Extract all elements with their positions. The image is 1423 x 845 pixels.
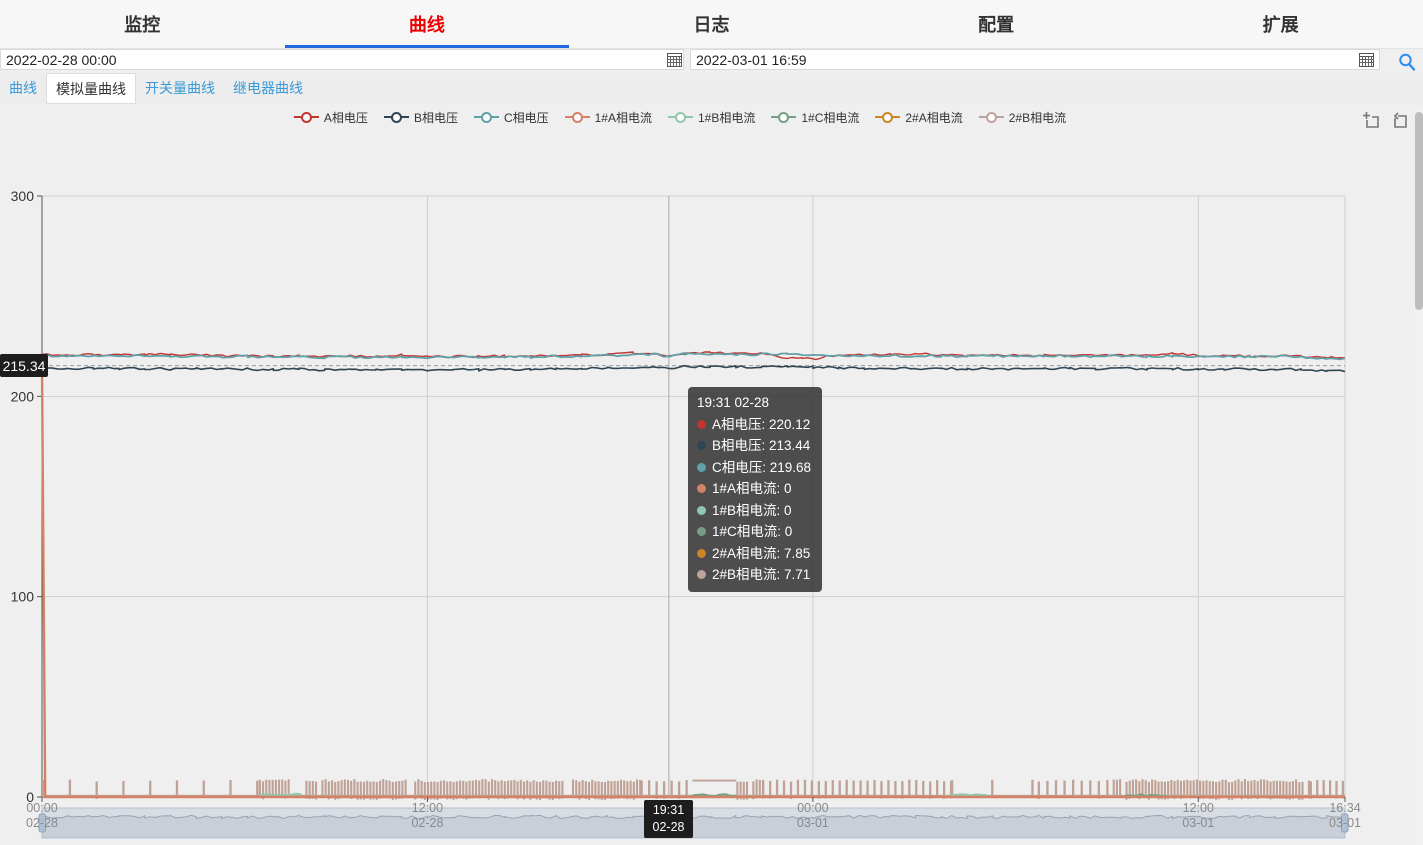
legend-line-circle-icon — [384, 112, 409, 123]
legend-item-6[interactable]: 2#A相电流 — [875, 109, 962, 126]
legend-item-5[interactable]: 1#C相电流 — [771, 109, 859, 126]
legend-line-circle-icon — [668, 112, 693, 123]
legend-label: 2#B相电流 — [1009, 109, 1066, 126]
datazoom-right-handle[interactable] — [1342, 814, 1349, 832]
tooltip-row: C相电压: 219.68 — [697, 457, 811, 479]
y-axis-pointer-label: 215.34 — [0, 354, 48, 377]
subtab-1[interactable]: 模拟量曲线 — [46, 73, 136, 104]
tooltip-row: 1#C相电流: 0 — [697, 521, 811, 543]
tooltip-row: B相电压: 213.44 — [697, 435, 811, 457]
tab-label: 监控 — [124, 11, 160, 37]
top-tab-bar: 监控 曲线 日志 配置 扩展 — [0, 0, 1423, 49]
legend-line-circle-icon — [474, 112, 499, 123]
vertical-scrollbar[interactable] — [1415, 110, 1423, 845]
tooltip-value: A相电压: 220.12 — [712, 414, 810, 436]
tab-2[interactable]: 日志 — [569, 0, 854, 48]
search-icon[interactable] — [1397, 52, 1417, 72]
series-dot-icon — [697, 484, 706, 493]
series-dot-icon — [697, 441, 706, 450]
legend-item-7[interactable]: 2#B相电流 — [979, 109, 1066, 126]
tab-label: 配置 — [978, 11, 1014, 37]
tooltip-value: 1#B相电流: 0 — [712, 500, 792, 522]
date-range-bar — [0, 48, 1423, 73]
legend-item-4[interactable]: 1#B相电流 — [668, 109, 755, 126]
zoom-select-icon[interactable] — [1362, 111, 1381, 130]
legend-label: 1#C相电流 — [801, 109, 859, 126]
svg-text:00:00: 00:00 — [26, 801, 57, 815]
chart-legend: A相电压 B相电压 C相电压 1#A相电流 1#B相电流 1#C相电流 2#A相电流 2#B相… — [0, 105, 1360, 129]
series-dot-icon — [697, 549, 706, 558]
svg-text:12:00: 12:00 — [412, 801, 443, 815]
start-datetime-input[interactable] — [0, 49, 684, 70]
legend-line-circle-icon — [565, 112, 590, 123]
end-datetime-input[interactable] — [690, 49, 1380, 70]
series-dot-icon — [697, 463, 706, 472]
datazoom-left-handle[interactable] — [39, 814, 46, 832]
legend-label: C相电压 — [504, 109, 549, 126]
series-dot-icon — [697, 420, 706, 429]
legend-line-circle-icon — [294, 112, 319, 123]
tab-label: 扩展 — [1263, 11, 1299, 37]
calendar-icon[interactable] — [1359, 52, 1374, 67]
tooltip-value: 2#A相电流: 7.85 — [712, 543, 810, 565]
tooltip-value: 1#A相电流: 0 — [712, 478, 792, 500]
legend-label: A相电压 — [324, 109, 368, 126]
app-window: 监控曲线日志配置扩展 曲线模拟量曲线开关量曲线继电器曲线 A相电压B相电压C相电… — [0, 0, 1423, 845]
x-pointer-date: 02-28 — [644, 819, 693, 836]
restore-icon[interactable] — [1391, 111, 1410, 130]
tooltip-row: 2#B相电流: 7.71 — [697, 564, 811, 586]
legend-line-circle-icon — [979, 112, 1004, 123]
legend-item-0[interactable]: A相电压 — [294, 109, 368, 126]
legend-item-2[interactable]: C相电压 — [474, 109, 549, 126]
tab-0[interactable]: 监控 — [0, 0, 285, 48]
svg-text:12:00: 12:00 — [1183, 801, 1214, 815]
chart-toolbox — [1362, 111, 1410, 130]
tooltip-value: C相电压: 219.68 — [712, 457, 811, 479]
tooltip-row: 1#B相电流: 0 — [697, 500, 811, 522]
tab-4[interactable]: 扩展 — [1138, 0, 1423, 48]
svg-text:0: 0 — [26, 789, 34, 805]
svg-text:03-01: 03-01 — [1329, 816, 1361, 830]
legend-label: 1#B相电流 — [698, 109, 755, 126]
legend-label: B相电压 — [414, 109, 458, 126]
svg-text:03-01: 03-01 — [1182, 816, 1214, 830]
tooltip-value: 2#B相电流: 7.71 — [712, 564, 810, 586]
tab-label: 曲线 — [409, 11, 445, 37]
tab-label: 日志 — [693, 11, 729, 37]
svg-text:00:00: 00:00 — [797, 801, 828, 815]
tooltip-row: 2#A相电流: 7.85 — [697, 543, 811, 565]
svg-text:02-28: 02-28 — [26, 816, 58, 830]
legend-label: 1#A相电流 — [595, 109, 652, 126]
svg-text:16:34: 16:34 — [1329, 801, 1360, 815]
svg-text:200: 200 — [11, 388, 35, 404]
svg-text:100: 100 — [11, 589, 35, 605]
series-dot-icon — [697, 527, 706, 536]
scrollbar-thumb[interactable] — [1415, 112, 1423, 310]
svg-text:300: 300 — [11, 188, 35, 204]
subtab-2[interactable]: 开关量曲线 — [136, 73, 224, 104]
series-dot-icon — [697, 570, 706, 579]
legend-line-circle-icon — [875, 112, 900, 123]
tooltip-row: 1#A相电流: 0 — [697, 478, 811, 500]
chart-tooltip: 19:31 02-28 A相电压: 220.12B相电压: 213.44C相电压… — [688, 387, 822, 592]
tab-1[interactable]: 曲线 — [285, 0, 570, 48]
tooltip-row: A相电压: 220.12 — [697, 414, 811, 436]
subtab-0[interactable]: 曲线 — [0, 73, 46, 104]
tooltip-title: 19:31 02-28 — [697, 392, 811, 414]
legend-item-3[interactable]: 1#A相电流 — [565, 109, 652, 126]
x-axis-pointer-label: 19:31 02-28 — [644, 800, 693, 838]
tooltip-value: B相电压: 213.44 — [712, 435, 810, 457]
series-dot-icon — [697, 506, 706, 515]
curve-type-tabs: 曲线模拟量曲线开关量曲线继电器曲线 — [0, 73, 1423, 104]
svg-text:03-01: 03-01 — [797, 816, 829, 830]
tab-3[interactable]: 配置 — [854, 0, 1139, 48]
legend-label: 2#A相电流 — [905, 109, 962, 126]
tooltip-value: 1#C相电流: 0 — [712, 521, 792, 543]
calendar-icon[interactable] — [667, 52, 682, 67]
svg-text:02-28: 02-28 — [411, 816, 443, 830]
legend-item-1[interactable]: B相电压 — [384, 109, 458, 126]
subtab-3[interactable]: 继电器曲线 — [224, 73, 312, 104]
legend-line-circle-icon — [771, 112, 796, 123]
x-pointer-time: 19:31 — [644, 802, 693, 819]
